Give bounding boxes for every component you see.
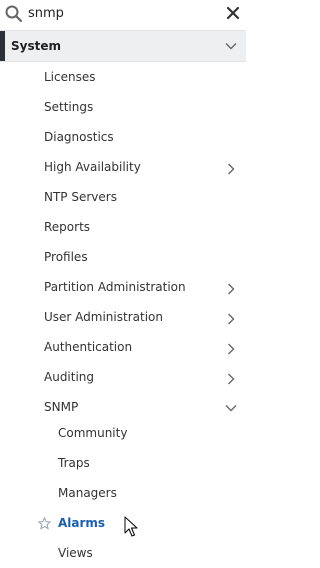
nav-item-label: NTP Servers	[44, 190, 117, 204]
nav-item-community[interactable]: Community	[0, 418, 246, 448]
nav-item-views[interactable]: Views	[0, 538, 246, 568]
search-bar	[0, 0, 246, 28]
nav-item-traps[interactable]: Traps	[0, 448, 246, 478]
nav-item-label: Profiles	[44, 250, 88, 264]
nav-item-ntp-servers[interactable]: NTP Servers	[0, 182, 246, 212]
nav-item-label: Settings	[44, 100, 94, 114]
nav-item-label: Diagnostics	[44, 130, 114, 144]
mouse-cursor-icon	[124, 516, 138, 537]
nav-item-reports[interactable]: Reports	[0, 212, 246, 242]
section-title: System	[11, 39, 61, 53]
nav-item-alarms[interactable]: Alarms	[0, 508, 246, 538]
chevron-right-icon[interactable]	[224, 372, 238, 386]
nav-item-label: Authentication	[44, 340, 133, 354]
nav-item-label: Community	[58, 426, 128, 440]
nav-item-label: SNMP	[44, 400, 79, 414]
nav-item-label: User Administration	[44, 310, 163, 324]
nav-item-label: Auditing	[44, 370, 95, 384]
star-outline-icon[interactable]	[38, 517, 51, 530]
search-input[interactable]	[28, 4, 208, 22]
close-icon[interactable]	[224, 4, 242, 22]
nav-item-label: Traps	[58, 456, 90, 470]
nav-item-diagnostics[interactable]: Diagnostics	[0, 122, 246, 152]
chevron-down-icon[interactable]	[224, 39, 238, 53]
nav-item-label: Views	[58, 546, 93, 560]
chevron-right-icon[interactable]	[224, 312, 238, 326]
chevron-down-icon[interactable]	[224, 401, 238, 415]
section-header-system[interactable]: System	[0, 30, 246, 62]
nav-item-label: Partition Administration	[44, 280, 186, 294]
nav-item-label: Licenses	[44, 70, 96, 84]
nav-item-managers[interactable]: Managers	[0, 478, 246, 508]
nav-item-authentication[interactable]: Authentication	[0, 332, 246, 362]
nav-item-high-availability[interactable]: High Availability	[0, 152, 246, 182]
nav-item-label: High Availability	[44, 160, 141, 174]
nav-item-licenses[interactable]: Licenses	[0, 62, 246, 92]
nav-item-settings[interactable]: Settings	[0, 92, 246, 122]
nav-item-profiles[interactable]: Profiles	[0, 242, 246, 272]
nav-item-auditing[interactable]: Auditing	[0, 362, 246, 392]
chevron-right-icon[interactable]	[224, 342, 238, 356]
nav-item-user-administration[interactable]: User Administration	[0, 302, 246, 332]
chevron-right-icon[interactable]	[224, 162, 238, 176]
nav-item-label: Managers	[58, 486, 117, 500]
nav-item-label: Alarms	[58, 516, 106, 530]
active-accent-bar	[0, 31, 5, 61]
search-icon	[5, 5, 23, 23]
nav-item-label: Reports	[44, 220, 91, 234]
chevron-right-icon[interactable]	[224, 282, 238, 296]
nav-item-partition-administration[interactable]: Partition Administration	[0, 272, 246, 302]
